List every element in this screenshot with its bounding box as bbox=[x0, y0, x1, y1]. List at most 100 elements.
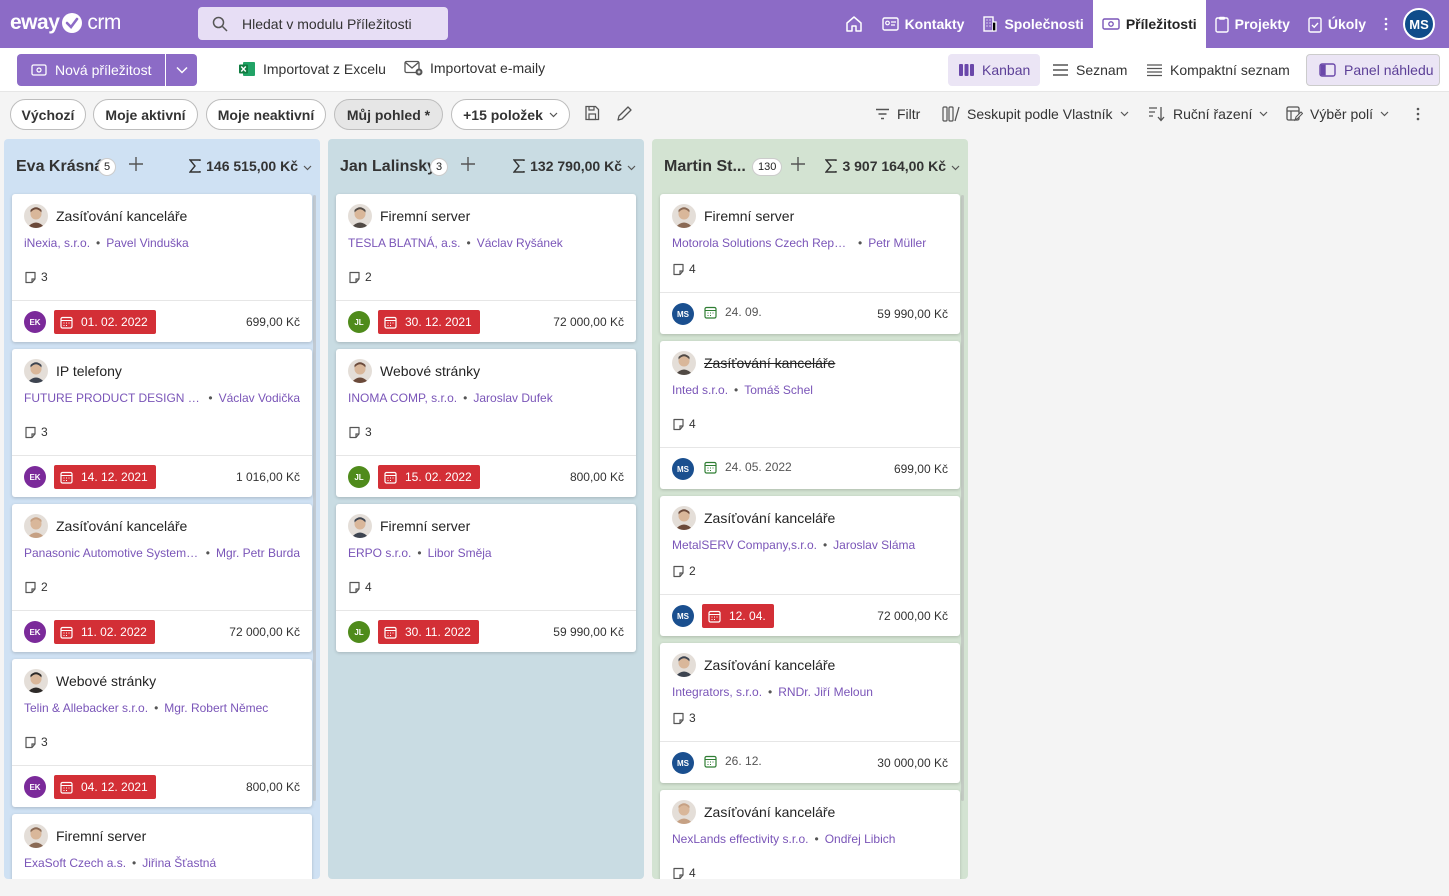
opportunity-card[interactable]: Firemní server Motorola Solutions Czech R… bbox=[660, 194, 960, 334]
card-company-link[interactable]: Motorola Solutions Czech Republic s.r.o. bbox=[672, 236, 852, 250]
column-sum[interactable]: 146 515,00 Kč bbox=[189, 158, 312, 174]
add-card-button[interactable] bbox=[460, 156, 476, 175]
owner-avatar[interactable]: EK bbox=[24, 776, 46, 798]
owner-avatar[interactable]: JL bbox=[348, 311, 370, 333]
card-title[interactable]: Webové stránky bbox=[380, 363, 480, 379]
nav-projects[interactable]: Projekty bbox=[1206, 0, 1299, 48]
owner-avatar[interactable]: MS bbox=[672, 303, 694, 325]
card-title[interactable]: Zasíťování kanceláře bbox=[704, 804, 835, 820]
opportunity-card[interactable]: Zasíťování kanceláře NexLands effectivity… bbox=[660, 790, 960, 879]
card-contact-link[interactable]: Petr Müller bbox=[868, 236, 926, 250]
card-title[interactable]: Zasíťování kanceláře bbox=[704, 657, 835, 673]
owner-avatar[interactable]: EK bbox=[24, 311, 46, 333]
owner-avatar[interactable]: JL bbox=[348, 466, 370, 488]
card-title[interactable]: Zasíťování kanceláře bbox=[56, 518, 187, 534]
filter-pill-default[interactable]: Výchozí bbox=[10, 99, 86, 130]
column-scrollbar[interactable] bbox=[313, 195, 316, 801]
save-icon[interactable] bbox=[584, 105, 600, 121]
view-kanban-button[interactable]: Kanban bbox=[948, 54, 1041, 86]
card-company-link[interactable]: ERPO s.r.o. bbox=[348, 546, 411, 560]
card-company-link[interactable]: INOMA COMP, s.r.o. bbox=[348, 391, 457, 405]
card-company-link[interactable]: NexLands effectivity s.r.o. bbox=[672, 832, 809, 846]
card-title[interactable]: Firemní server bbox=[56, 828, 146, 844]
opportunity-card[interactable]: Zasíťování kanceláře iNexia, s.r.o. • Pavel… bbox=[12, 194, 312, 342]
group-by-button[interactable]: Seskupit podle Vlastník bbox=[942, 106, 1129, 122]
filter-pill-my-active[interactable]: Moje aktivní bbox=[93, 99, 198, 130]
card-title[interactable]: Webové stránky bbox=[56, 673, 156, 689]
owner-avatar[interactable]: MS bbox=[672, 752, 694, 774]
search-box[interactable]: Hledat v modulu Příležitosti bbox=[198, 7, 448, 40]
owner-avatar[interactable]: MS bbox=[672, 458, 694, 480]
card-contact-link[interactable]: Jaroslav Dufek bbox=[473, 391, 552, 405]
card-title[interactable]: Firemní server bbox=[380, 208, 470, 224]
filter-pill-more[interactable]: +15 položek bbox=[451, 99, 570, 130]
card-contact-link[interactable]: Jaroslav Sláma bbox=[833, 538, 915, 552]
home-button[interactable] bbox=[835, 0, 873, 48]
owner-avatar[interactable]: MS bbox=[672, 605, 694, 627]
card-title[interactable]: Zasíťování kanceláře bbox=[56, 208, 187, 224]
card-company-link[interactable]: iNexia, s.r.o. bbox=[24, 236, 90, 250]
card-contact-link[interactable]: Jiřina Šťastná bbox=[142, 856, 216, 870]
card-company-link[interactable]: ExaSoft Czech a.s. bbox=[24, 856, 126, 870]
card-title[interactable]: Firemní server bbox=[380, 518, 470, 534]
owner-avatar[interactable]: JL bbox=[348, 621, 370, 643]
card-contact-link[interactable]: Pavel Vinduška bbox=[106, 236, 189, 250]
card-company-link[interactable]: Panasonic Automotive Systems Czech bbox=[24, 546, 200, 560]
view-compact-button[interactable]: Kompaktní seznam bbox=[1136, 54, 1300, 86]
more-menu-button[interactable] bbox=[1375, 0, 1397, 48]
eway-logo[interactable]: eway crm bbox=[10, 11, 121, 35]
opportunity-card[interactable]: Zasíťování kanceláře Panasonic Automotive… bbox=[12, 504, 312, 652]
opportunity-card[interactable]: Firemní server ExaSoft Czech a.s. • Jiřina … bbox=[12, 814, 312, 879]
card-company-link[interactable]: FUTURE PRODUCT DESIGN akciová společnost bbox=[24, 391, 202, 405]
card-contact-link[interactable]: Libor Směja bbox=[428, 546, 492, 560]
filter-pill-my-view[interactable]: Můj pohled * bbox=[334, 99, 443, 130]
add-card-button[interactable] bbox=[128, 156, 144, 175]
filter-pill-my-inactive[interactable]: Moje neaktivní bbox=[206, 99, 326, 130]
card-company-link[interactable]: Integrators, s.r.o. bbox=[672, 685, 762, 699]
opportunity-card[interactable]: Zasíťování kanceláře Inted s.r.o. • Tomáš S… bbox=[660, 341, 960, 489]
filter-button[interactable]: Filtr bbox=[875, 106, 920, 122]
card-title[interactable]: Zasíťování kanceláře bbox=[704, 510, 835, 526]
card-company-link[interactable]: TESLA BLATNÁ, a.s. bbox=[348, 236, 461, 250]
view-list-button[interactable]: Seznam bbox=[1042, 54, 1137, 86]
column-sum[interactable]: 132 790,00 Kč bbox=[513, 158, 636, 174]
nav-opportunities[interactable]: Příležitosti bbox=[1092, 0, 1206, 48]
new-opportunity-button[interactable]: Nová příležitost bbox=[17, 54, 165, 86]
preview-panel-button[interactable]: Panel náhledu bbox=[1306, 54, 1440, 86]
opportunity-card[interactable]: IP telefony FUTURE PRODUCT DESIGN akciová… bbox=[12, 349, 312, 497]
card-title[interactable]: Zasíťování kanceláře bbox=[704, 355, 835, 371]
column-scrollbar[interactable] bbox=[961, 195, 964, 801]
owner-avatar[interactable]: EK bbox=[24, 621, 46, 643]
card-contact-link[interactable]: Václav Ryšánek bbox=[477, 236, 563, 250]
card-company-link[interactable]: Telin & Allebacker s.r.o. bbox=[24, 701, 148, 715]
edit-pencil-icon[interactable] bbox=[616, 105, 633, 122]
opportunity-card[interactable]: Firemní server TESLA BLATNÁ, a.s. • Václav … bbox=[336, 194, 636, 342]
owner-avatar[interactable]: EK bbox=[24, 466, 46, 488]
add-card-button[interactable] bbox=[790, 156, 806, 175]
card-company-link[interactable]: Inted s.r.o. bbox=[672, 383, 728, 397]
nav-companies[interactable]: Společnosti bbox=[973, 0, 1092, 48]
card-contact-link[interactable]: Ondřej Libich bbox=[825, 832, 896, 846]
nav-contacts[interactable]: Kontakty bbox=[873, 0, 974, 48]
card-title[interactable]: IP telefony bbox=[56, 363, 122, 379]
sort-button[interactable]: Ruční řazení bbox=[1148, 106, 1268, 122]
new-opportunity-dropdown[interactable] bbox=[166, 54, 197, 86]
card-contact-link[interactable]: Mgr. Robert Němec bbox=[164, 701, 268, 715]
more-vertical-icon[interactable] bbox=[1416, 107, 1420, 121]
opportunity-card[interactable]: Webové stránky INOMA COMP, s.r.o. • Jarosla… bbox=[336, 349, 636, 497]
user-avatar[interactable]: MS bbox=[1403, 8, 1435, 40]
card-contact-link[interactable]: RNDr. Jiří Meloun bbox=[778, 685, 873, 699]
nav-tasks[interactable]: Úkoly bbox=[1299, 0, 1375, 48]
field-picker-button[interactable]: Výběr polí bbox=[1286, 106, 1389, 122]
card-contact-link[interactable]: Tomáš Schel bbox=[744, 383, 813, 397]
card-title[interactable]: Firemní server bbox=[704, 208, 794, 224]
import-email-button[interactable]: Importovat e-maily bbox=[404, 60, 545, 76]
opportunity-card[interactable]: Firemní server ERPO s.r.o. • Libor Směja 4 JL… bbox=[336, 504, 636, 652]
column-sum[interactable]: 3 907 164,00 Kč bbox=[825, 158, 960, 174]
card-contact-link[interactable]: Václav Vodička bbox=[219, 391, 300, 405]
opportunity-card[interactable]: Zasíťování kanceláře MetalSERV Company,s.… bbox=[660, 496, 960, 636]
import-excel-button[interactable]: Importovat z Excelu bbox=[238, 60, 386, 78]
card-contact-link[interactable]: Mgr. Petr Burda bbox=[216, 546, 300, 560]
card-company-link[interactable]: MetalSERV Company,s.r.o. bbox=[672, 538, 817, 552]
opportunity-card[interactable]: Zasíťování kanceláře Integrators, s.r.o. •… bbox=[660, 643, 960, 783]
